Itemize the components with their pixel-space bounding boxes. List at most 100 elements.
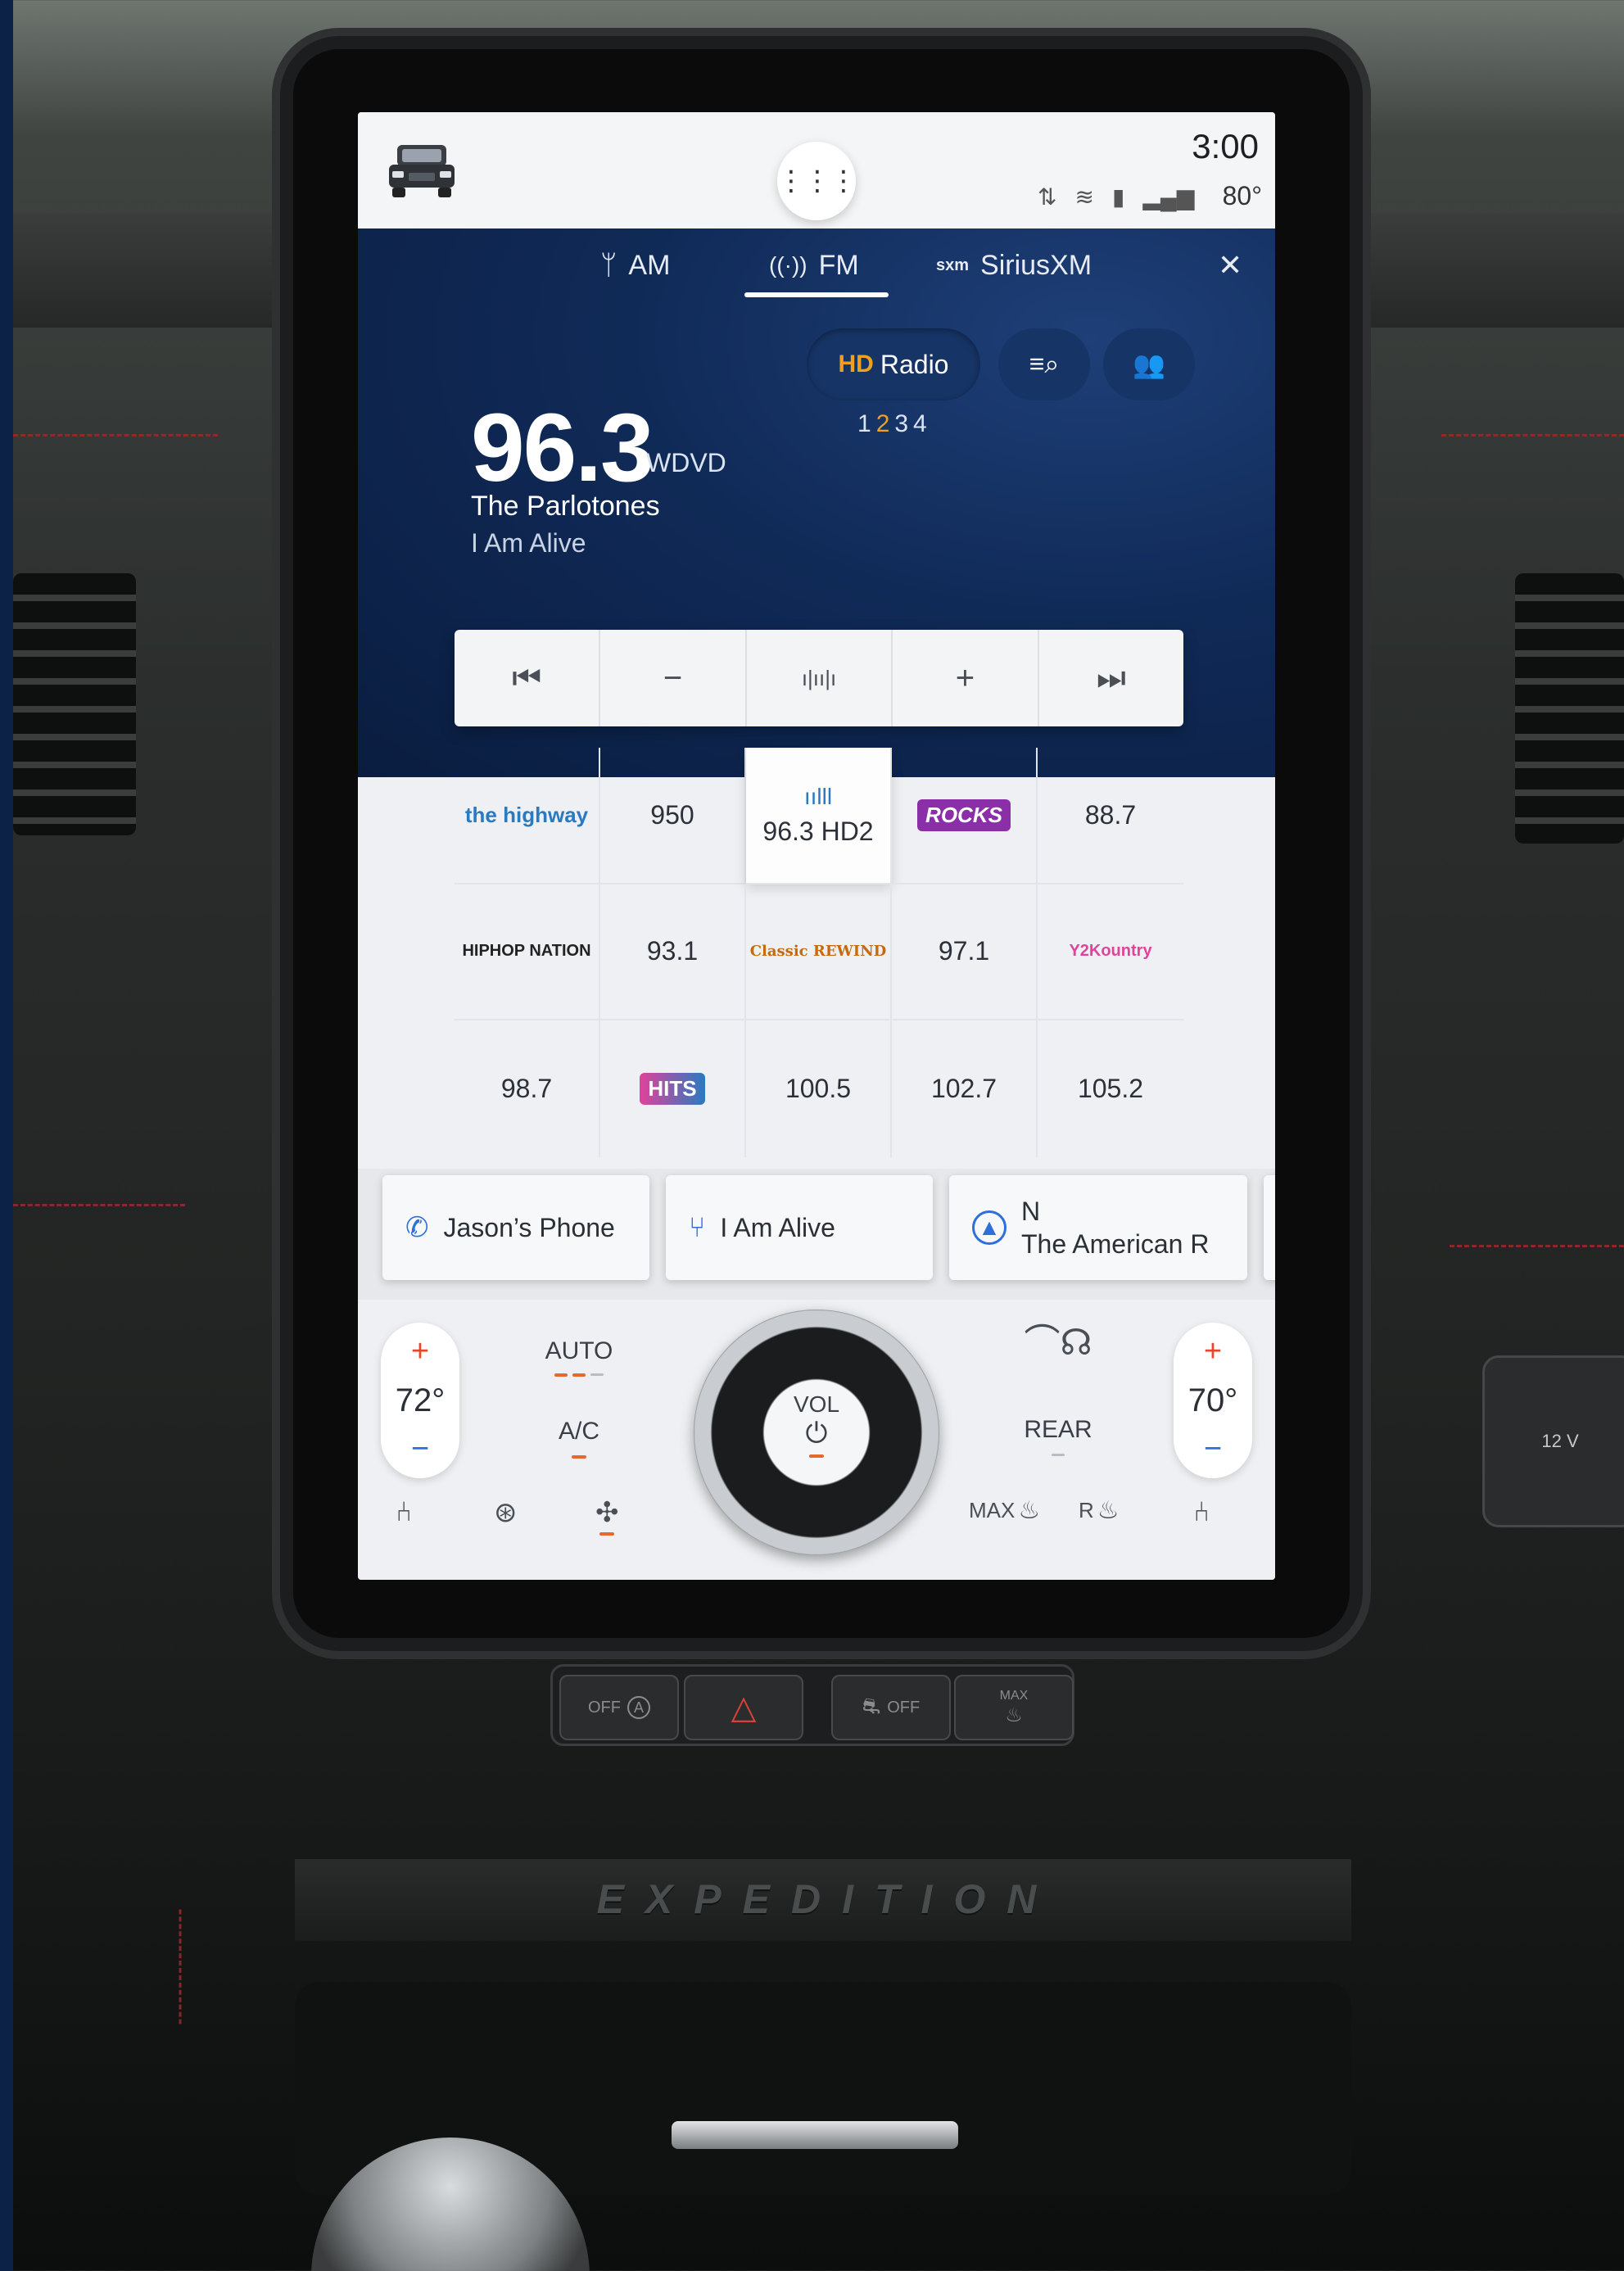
auto-start-stop-off-button[interactable]: OFF A xyxy=(559,1675,679,1740)
usb-media-card[interactable]: ⑂ I Am Alive xyxy=(666,1175,933,1280)
preset-1[interactable]: the highway xyxy=(455,748,600,884)
heated-seat-passenger-button[interactable]: ⑃ xyxy=(1193,1496,1210,1528)
vehicle-icon[interactable] xyxy=(386,140,458,202)
max-defrost-soft-button[interactable]: MAX ♨ xyxy=(969,1496,1040,1525)
signal-bars-icon: ▂▄▆ xyxy=(1142,183,1195,210)
preset-5[interactable]: 88.7 xyxy=(1038,748,1183,884)
traction-off-button[interactable]: ⛐ OFF xyxy=(831,1675,951,1740)
left-edge-strip xyxy=(0,0,13,2271)
seek-back-button[interactable]: ⏮ xyxy=(455,630,601,726)
profiles-button[interactable]: 👥 xyxy=(1103,328,1195,400)
station-logo: Y2Kountry xyxy=(1069,942,1152,961)
fan-indicator xyxy=(599,1532,615,1536)
left-air-vent xyxy=(13,573,136,835)
signal-level-icon: ıılll xyxy=(803,783,833,809)
preset-13[interactable]: 100.5 xyxy=(746,1020,892,1157)
preset-6[interactable]: HIPHOP NATION xyxy=(455,884,600,1021)
hd-channel-current[interactable]: 2 xyxy=(876,410,895,437)
auto-indicator xyxy=(530,1373,628,1377)
next-card-peek[interactable] xyxy=(1264,1175,1275,1280)
preset-8[interactable]: Classic REWIND xyxy=(746,884,892,1021)
fan-speed-button[interactable]: ✣ xyxy=(595,1496,619,1536)
preset-label: 102.7 xyxy=(930,1074,997,1104)
rear-defrost-button[interactable]: R ♨ xyxy=(1079,1496,1120,1525)
scan-button[interactable]: ı|ıı|ı xyxy=(747,630,893,726)
preset-12[interactable]: HITS xyxy=(600,1020,746,1157)
preset-label: 88.7 xyxy=(1084,799,1137,830)
heated-seat-driver-button[interactable]: ⑃ xyxy=(396,1496,412,1528)
temp-down-button[interactable]: − xyxy=(1204,1432,1222,1467)
power-outlet-label: 12 V xyxy=(1541,1431,1579,1451)
max-label: MAX xyxy=(969,1498,1016,1522)
station-logo: HITS xyxy=(640,1073,705,1106)
phone-card[interactable]: ✆ Jason’s Phone xyxy=(382,1175,649,1280)
preset-7[interactable]: 93.1 xyxy=(600,884,746,1021)
auto-a-icon: A xyxy=(627,1696,650,1719)
station-logo: Classic REWIND xyxy=(749,943,887,961)
temp-up-button[interactable]: + xyxy=(411,1334,429,1369)
max-label: MAX xyxy=(999,1688,1029,1703)
navigation-card[interactable]: ▲ N The American R xyxy=(949,1175,1247,1280)
power-indicator xyxy=(809,1454,824,1458)
outside-temperature: 80° xyxy=(1222,181,1262,210)
tab-fm[interactable]: ((·)) FM xyxy=(769,228,859,302)
seek-forward-button[interactable]: ⏭ xyxy=(1039,630,1183,726)
hd-channel[interactable]: 34 xyxy=(894,410,931,437)
station-search-button[interactable]: ≡⌕ xyxy=(998,328,1090,400)
auto-label: AUTO xyxy=(545,1337,613,1364)
passenger-temp-value: 70° xyxy=(1187,1382,1238,1418)
preset-15[interactable]: 105.2 xyxy=(1038,1020,1183,1157)
preset-10[interactable]: Y2Kountry xyxy=(1038,884,1183,1021)
clock: 3:00 xyxy=(1192,127,1259,165)
hd-channel[interactable]: 1 xyxy=(857,410,876,437)
tune-up-button[interactable]: + xyxy=(893,630,1039,726)
preset-11[interactable]: 98.7 xyxy=(455,1020,600,1157)
broadcast-icon: ((·)) xyxy=(769,252,807,278)
rear-defrost-label: R xyxy=(1079,1498,1094,1522)
auto-climate-button[interactable]: AUTO xyxy=(530,1337,628,1377)
hazard-triangle-icon: △ xyxy=(731,1690,757,1726)
navigation-arrow-icon: ▲ xyxy=(972,1210,1007,1245)
antenna-icon: ᛘ xyxy=(600,249,617,281)
preset-grid: the highway 950 ıılll 96.3 HD2 ROCKS 88.… xyxy=(455,748,1183,1157)
driver-temp-value: 72° xyxy=(395,1382,446,1418)
heated-wheel-button[interactable]: ⊛ xyxy=(494,1496,518,1529)
station-logo: the highway xyxy=(464,802,589,827)
steering-wheel-icon: ⊛ xyxy=(494,1497,518,1528)
preset-label: 950 xyxy=(650,799,694,830)
active-tab-underline xyxy=(744,292,889,297)
hd-radio-button[interactable]: HD Radio xyxy=(807,328,980,400)
seat-airflow-button[interactable]: ⌒☊ xyxy=(1013,1313,1103,1365)
tune-down-button[interactable]: − xyxy=(600,630,747,726)
collapse-button[interactable]: ✕ xyxy=(1218,228,1242,302)
hd-radio-label: Radio xyxy=(880,349,949,379)
max-defrost-button[interactable]: MAX ♨ xyxy=(954,1675,1074,1740)
app-launcher-button[interactable]: ⋮⋮⋮ xyxy=(777,142,857,220)
heading-direction: N xyxy=(1021,1197,1041,1226)
tab-label: AM xyxy=(628,249,671,281)
rear-label: REAR xyxy=(1024,1416,1092,1443)
chrome-trim xyxy=(672,2121,958,2149)
ac-button[interactable]: A/C xyxy=(530,1418,628,1459)
preset-3[interactable]: ıılll 96.3 HD2 xyxy=(746,748,892,884)
preset-14[interactable]: 102.7 xyxy=(892,1020,1038,1157)
rear-climate-button[interactable]: REAR xyxy=(1013,1416,1103,1456)
temp-down-button[interactable]: − xyxy=(411,1432,429,1467)
hd-channel-selector[interactable]: 1234 xyxy=(857,410,932,438)
power-outlet-12v: 12 V xyxy=(1482,1355,1624,1527)
preset-2[interactable]: 950 xyxy=(600,748,746,884)
preset-label: 93.1 xyxy=(646,936,699,966)
preset-label: 98.7 xyxy=(500,1074,553,1104)
usb-track: I Am Alive xyxy=(720,1212,835,1242)
off-label: OFF xyxy=(887,1698,921,1717)
tab-siriusxm[interactable]: sxm SiriusXM xyxy=(936,228,1092,302)
plus-icon: + xyxy=(955,659,975,696)
station-logo: ROCKS xyxy=(917,798,1011,831)
road-name: The American R xyxy=(1021,1229,1210,1259)
preset-4[interactable]: ROCKS xyxy=(892,748,1038,884)
tab-am[interactable]: ᛘ AM xyxy=(600,228,670,302)
preset-9[interactable]: 97.1 xyxy=(892,884,1038,1021)
seat-icon: ⑃ xyxy=(396,1496,413,1527)
temp-up-button[interactable]: + xyxy=(1204,1334,1222,1369)
hazard-button[interactable]: △ xyxy=(684,1675,803,1740)
